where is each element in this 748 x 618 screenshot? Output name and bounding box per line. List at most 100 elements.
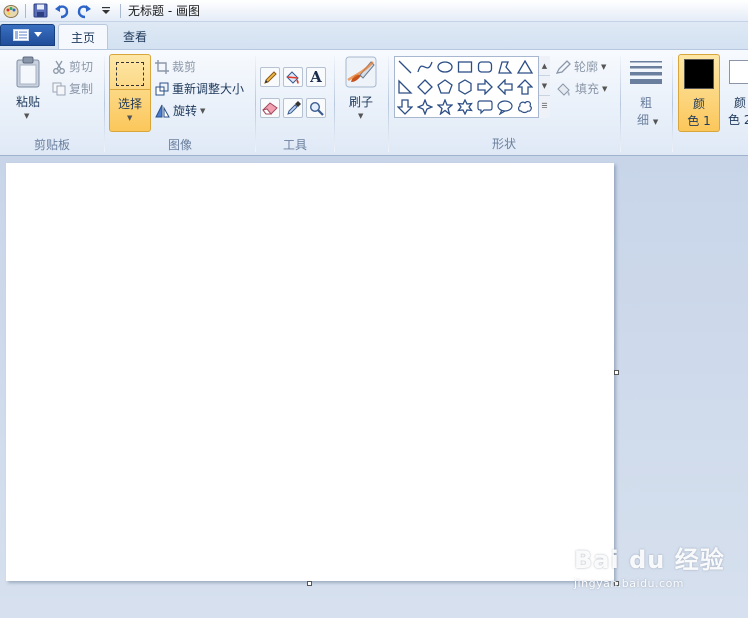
rotate-button[interactable]: 旋转 ▼ [155,102,205,119]
oval-callout-icon [497,100,513,115]
color1-swatch [684,59,714,89]
group-separator [672,56,673,152]
brushes-dropdown-arrow: ▼ [358,112,364,120]
redo-icon[interactable] [73,1,95,21]
shapes-gallery [394,56,550,118]
resize-button[interactable]: 重新调整大小 [155,80,244,97]
color2-button[interactable]: 颜 色 2 [724,54,748,132]
line-shape[interactable] [395,57,415,77]
polygon-shape[interactable] [495,57,515,77]
fill-dropdown-arrow: ▼ [602,84,608,93]
color-picker-tool[interactable] [283,98,303,118]
hexagon-icon [458,79,472,95]
fill-button[interactable]: 填充 ▼ [556,80,607,97]
pentagon-shape[interactable] [435,77,455,97]
magnifier-tool[interactable] [306,98,326,118]
image-group: 选择 ▼ 裁剪 重新调整大小 旋转 ▼ 图像 [105,50,255,156]
tools-group-label: 工具 [282,138,307,152]
right-triangle-shape[interactable] [395,77,415,97]
down-arrow-icon [397,99,413,115]
rounded-callout-icon [477,100,493,115]
menu-document-icon [13,29,29,41]
six-point-star-shape[interactable] [455,97,475,117]
clipboard-group-label: 剪贴板 [33,138,70,152]
shapes-gallery-expand[interactable]: ☰ [539,96,550,116]
rotate-icon [155,104,170,117]
resize-icon [155,82,169,95]
tab-home[interactable]: 主页 [58,24,109,49]
rounded-callout-shape[interactable] [475,97,495,117]
watermark-url: jingyan.baidu.com [574,577,685,590]
drawing-canvas[interactable] [6,163,614,581]
oval-shape[interactable] [435,57,455,77]
window-title: 无标题 - 画图 [128,4,200,18]
text-tool[interactable]: A [306,67,326,87]
cloud-callout-icon [518,100,532,114]
ribbon-home: 粘贴 ▼ 剪切 复制 剪贴板 选择 ▼ 裁剪 重新调整大小 旋转 ▼ 图像 A … [0,49,748,156]
tab-view[interactable]: 查看 [111,24,159,49]
brush-icon [345,56,377,88]
pencil-tool[interactable] [260,67,280,87]
customize-quick-access-icon[interactable] [95,1,117,21]
size-button[interactable]: 粗 细 ▼ [624,54,668,134]
curve-shape[interactable] [415,57,435,77]
polygon-icon [498,61,513,74]
cut-button[interactable]: 剪切 [52,58,93,75]
color1-button[interactable]: 颜 色 1 [678,54,720,132]
diamond-shape[interactable] [415,77,435,97]
scissors-icon [53,60,65,74]
undo-icon[interactable] [51,1,73,21]
size-dropdown-arrow: ▼ [652,118,659,126]
right-arrow-shape[interactable] [475,77,495,97]
crop-button[interactable]: 裁剪 [155,58,196,75]
shapes-gallery-scrollbar[interactable]: ▲ ▼ ☰ [538,56,550,118]
rectangle-shape[interactable] [455,57,475,77]
copy-button[interactable]: 复制 [52,80,93,97]
down-arrow-shape[interactable] [395,97,415,117]
outline-button[interactable]: 轮廓 ▼ [556,58,606,75]
save-icon[interactable] [29,1,51,21]
five-point-star-shape[interactable] [435,97,455,117]
four-point-star-shape[interactable] [415,97,435,117]
right-arrow-icon [477,79,493,95]
pencil-icon [263,70,277,84]
magnifier-icon [309,101,324,116]
select-button[interactable]: 选择 ▼ [109,54,151,132]
eyedropper-icon [286,100,301,115]
clipboard-icon [16,56,40,88]
four-point-star-icon [417,99,433,115]
paste-button[interactable]: 粘贴 ▼ [8,54,48,128]
cloud-callout-shape[interactable] [515,97,535,117]
line-icon [398,60,412,74]
oval-icon [437,61,453,73]
oval-callout-shape[interactable] [495,97,515,117]
shapes-scroll-down[interactable]: ▼ [539,76,550,96]
hexagon-shape[interactable] [455,77,475,97]
triangle-icon [517,59,533,74]
left-arrow-shape[interactable] [495,77,515,97]
text-glyph: A [310,68,322,86]
watermark: Bai du 经验 jingyan.baidu.com [574,540,725,590]
fill-bucket-icon [557,82,570,96]
rounded-rectangle-shape[interactable] [475,57,495,77]
select-dropdown-arrow: ▼ [127,114,133,122]
quick-access-separator [25,3,26,18]
rectangle-icon [457,61,473,73]
up-arrow-shape[interactable] [515,77,535,97]
shapes-scroll-up[interactable]: ▲ [539,56,550,76]
triangle-shape[interactable] [515,57,535,77]
paint-app-icon[interactable] [0,1,22,21]
resize-handle-bottom[interactable] [307,581,312,586]
eraser-tool[interactable] [260,98,280,118]
paint-bucket-icon [286,70,299,84]
image-group-label: 图像 [167,138,192,152]
fill-tool[interactable] [283,67,303,87]
five-point-star-icon [437,99,453,115]
paint-menu-button[interactable] [0,24,55,46]
brushes-button[interactable]: 刷子 ▼ [341,54,381,130]
title-separator [120,3,121,18]
clipboard-group: 粘贴 ▼ 剪切 复制 剪贴板 [0,50,104,156]
watermark-logo: Bai du 经验 [574,546,725,574]
copy-icon [52,82,66,95]
resize-handle-right[interactable] [614,370,619,375]
